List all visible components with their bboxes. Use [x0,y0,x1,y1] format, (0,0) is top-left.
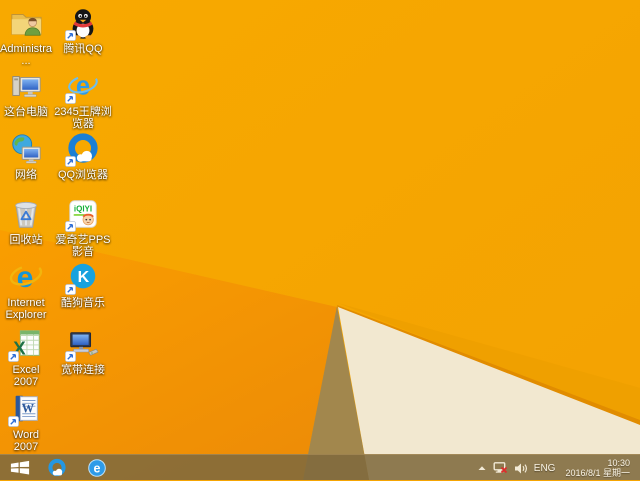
globe-network-icon [7,130,45,168]
start-button[interactable] [3,455,37,481]
clock-time: 10:30 [607,457,630,468]
svg-text:K: K [78,268,90,286]
desktop-icon-this-pc[interactable]: 这台电脑 [0,67,52,118]
speaker-icon [514,463,527,473]
user-folder-icon [7,4,45,42]
clock[interactable]: 10:30 2016/8/1 星期一 [561,458,636,479]
icon-label: Administra... [0,43,52,67]
desktop-icon-excel-2007[interactable]: X Excel 2007 [0,325,52,388]
icon-label: 腾讯QQ [63,43,103,55]
shortcut-arrow-overlay [65,30,76,41]
icon-label: Excel 2007 [12,364,40,388]
word-icon: W [7,390,45,428]
icon-label: 回收站 [9,234,43,246]
svg-text:W: W [22,401,35,415]
taskbar-button-qq-browser[interactable] [37,455,77,481]
tray-expand-button[interactable] [477,464,487,472]
shortcut-arrow-overlay [65,221,76,232]
shortcut-arrow-overlay [8,416,19,427]
clock-date: 2016/8/1 星期一 [565,468,630,478]
desktop-icon-iqiyi-pps[interactable]: iQIYI 爱奇艺PPS 影音 [52,195,114,258]
shortcut-arrow-overlay [8,351,19,362]
svg-text:e: e [76,73,90,101]
svg-text:e: e [94,461,101,475]
desktop-icon-kugou-music[interactable]: K 酷狗音乐 [52,258,114,309]
icon-label: 酷狗音乐 [61,297,105,309]
shortcut-arrow-overlay [65,156,76,167]
language-indicator[interactable]: ENG [534,463,556,474]
qq-browser-icon [64,130,102,168]
desktop-icon-2345-explorer[interactable]: e 2345王牌浏览器 [52,67,114,131]
taskbar-button-2345-explorer[interactable]: e [77,455,117,481]
icon-label: Word 2007 [12,429,40,453]
2345-browser-icon: e [64,67,102,105]
2345-browser-icon: e [88,458,106,477]
desktop-icon-tencent-qq[interactable]: 腾讯QQ [52,4,114,55]
icon-label: 宽带连接 [61,364,105,376]
system-tray: ENG 10:30 2016/8/1 星期一 [477,455,640,481]
icon-label: 这台电脑 [4,106,48,118]
broadband-connection-icon [64,325,102,363]
desktop: Administra... 这台电脑 网络 回收站 e Internet Exp… [0,0,640,480]
icon-label: Internet Explorer [5,297,47,321]
desktop-icon-broadband[interactable]: 宽带连接 [52,325,114,376]
shortcut-arrow-overlay [65,284,76,295]
chevron-up-icon [478,466,486,470]
excel-icon: X [7,325,45,363]
qq-browser-icon [48,458,66,476]
desktop-icon-network[interactable]: 网络 [0,130,52,181]
volume-button[interactable] [514,462,528,475]
desktop-icon-administrator[interactable]: Administra... [0,4,52,67]
iqiyi-pps-icon: iQIYI [64,195,102,233]
desktop-icon-recycle-bin[interactable]: 回收站 [0,195,52,246]
recycle-bin-icon [7,195,45,233]
internet-explorer-icon: e [7,258,45,296]
svg-text:iQIYI: iQIYI [74,205,92,214]
icon-label: 2345王牌浏览器 [54,106,112,130]
shortcut-arrow-overlay [65,351,76,362]
qq-penguin-icon [64,4,102,42]
kugou-music-icon: K [64,258,102,296]
desktop-icon-internet-explorer[interactable]: e Internet Explorer [0,258,52,321]
network-disconnected-icon [493,462,507,474]
desktop-icon-word-2007[interactable]: W Word 2007 [0,390,52,453]
icon-label: 网络 [15,169,37,181]
network-status-button[interactable] [493,461,508,475]
windows-logo-icon [10,460,30,475]
svg-text:e: e [17,261,34,294]
shortcut-arrow-overlay [65,93,76,104]
taskbar: e ENG 10:30 2016/8/1 星期一 [0,454,640,480]
computer-icon [7,67,45,105]
icon-label: 爱奇艺PPS 影音 [55,234,111,258]
icon-label: QQ浏览器 [57,169,109,181]
desktop-icon-qq-browser[interactable]: QQ浏览器 [52,130,114,181]
